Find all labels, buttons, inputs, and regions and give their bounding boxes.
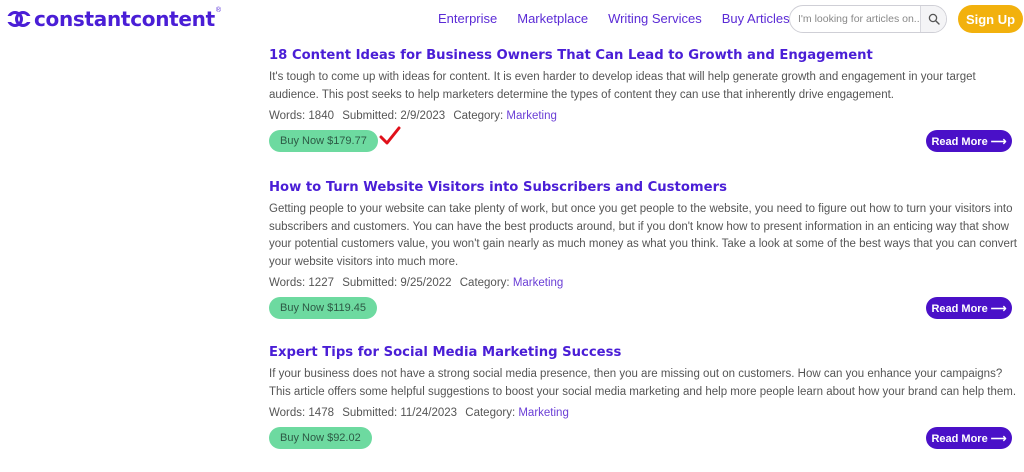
article-description: Getting people to your website can take …: [269, 203, 1017, 268]
category-link[interactable]: Marketing: [513, 277, 564, 289]
buy-now-button[interactable]: Buy Now $92.02: [269, 427, 372, 449]
article-actions: Buy Now $92.02 Read More ⟶: [269, 427, 1019, 451]
category-link[interactable]: Marketing: [518, 407, 569, 419]
category-label: Category:: [465, 407, 516, 419]
logo-text: constantcontent: [34, 7, 215, 31]
category-label: Category:: [459, 277, 510, 289]
article-meta: Words: 1478 Submitted: 11/24/2023 Catego…: [269, 407, 1019, 419]
category-link[interactable]: Marketing: [506, 110, 557, 122]
word-count: Words: 1227: [269, 277, 334, 289]
nav-writing-services[interactable]: Writing Services: [608, 11, 702, 26]
article-meta: Words: 1227 Submitted: 9/25/2022 Categor…: [269, 277, 1019, 289]
article-card: How to Turn Website Visitors into Subscr…: [269, 179, 1019, 321]
article-title[interactable]: 18 Content Ideas for Business Owners Tha…: [269, 47, 1019, 65]
submitted-date: Submitted: 9/25/2022: [342, 277, 452, 289]
buy-now-button[interactable]: Buy Now $119.45: [269, 297, 378, 319]
nav-buy-articles[interactable]: Buy Articles: [722, 11, 790, 26]
search-box: [789, 5, 947, 33]
logo-icon: [6, 8, 32, 30]
article-actions: Buy Now $119.45 Read More ⟶: [269, 297, 1019, 321]
search-button[interactable]: [920, 6, 946, 32]
article-description: If your business does not have a strong …: [269, 368, 1017, 398]
logo-registered-mark: ®: [215, 6, 222, 14]
article-description: It's tough to come up with ideas for con…: [269, 71, 976, 101]
nav-enterprise[interactable]: Enterprise: [438, 11, 497, 26]
article-title[interactable]: Expert Tips for Social Media Marketing S…: [269, 344, 1019, 362]
submitted-date: Submitted: 2/9/2023: [342, 110, 446, 122]
article-actions: Buy Now $179.77 Read More ⟶: [269, 126, 1019, 154]
search-input[interactable]: [798, 6, 920, 32]
article-card: 18 Content Ideas for Business Owners Tha…: [269, 47, 1019, 154]
category-label: Category:: [453, 110, 504, 122]
read-more-button[interactable]: Read More ⟶: [926, 297, 1012, 319]
buy-now-button[interactable]: Buy Now $179.77: [269, 130, 378, 152]
submitted-date: Submitted: 11/24/2023: [342, 407, 458, 419]
search-icon: [928, 13, 940, 25]
site-logo[interactable]: constantcontent ®: [6, 6, 221, 32]
article-title[interactable]: How to Turn Website Visitors into Subscr…: [269, 179, 1019, 197]
article-card: Expert Tips for Social Media Marketing S…: [269, 344, 1019, 451]
nav-marketplace[interactable]: Marketplace: [517, 11, 588, 26]
red-checkmark-icon: [379, 126, 401, 145]
read-more-button[interactable]: Read More ⟶: [926, 427, 1012, 449]
site-header: constantcontent ® Enterprise Marketplace…: [0, 0, 1024, 40]
article-meta: Words: 1840 Submitted: 2/9/2023 Category…: [269, 110, 1019, 122]
word-count: Words: 1840: [269, 110, 334, 122]
main-nav: Enterprise Marketplace Writing Services …: [438, 11, 810, 26]
read-more-button[interactable]: Read More ⟶: [926, 130, 1012, 152]
word-count: Words: 1478: [269, 407, 334, 419]
signup-button[interactable]: Sign Up: [958, 5, 1023, 33]
